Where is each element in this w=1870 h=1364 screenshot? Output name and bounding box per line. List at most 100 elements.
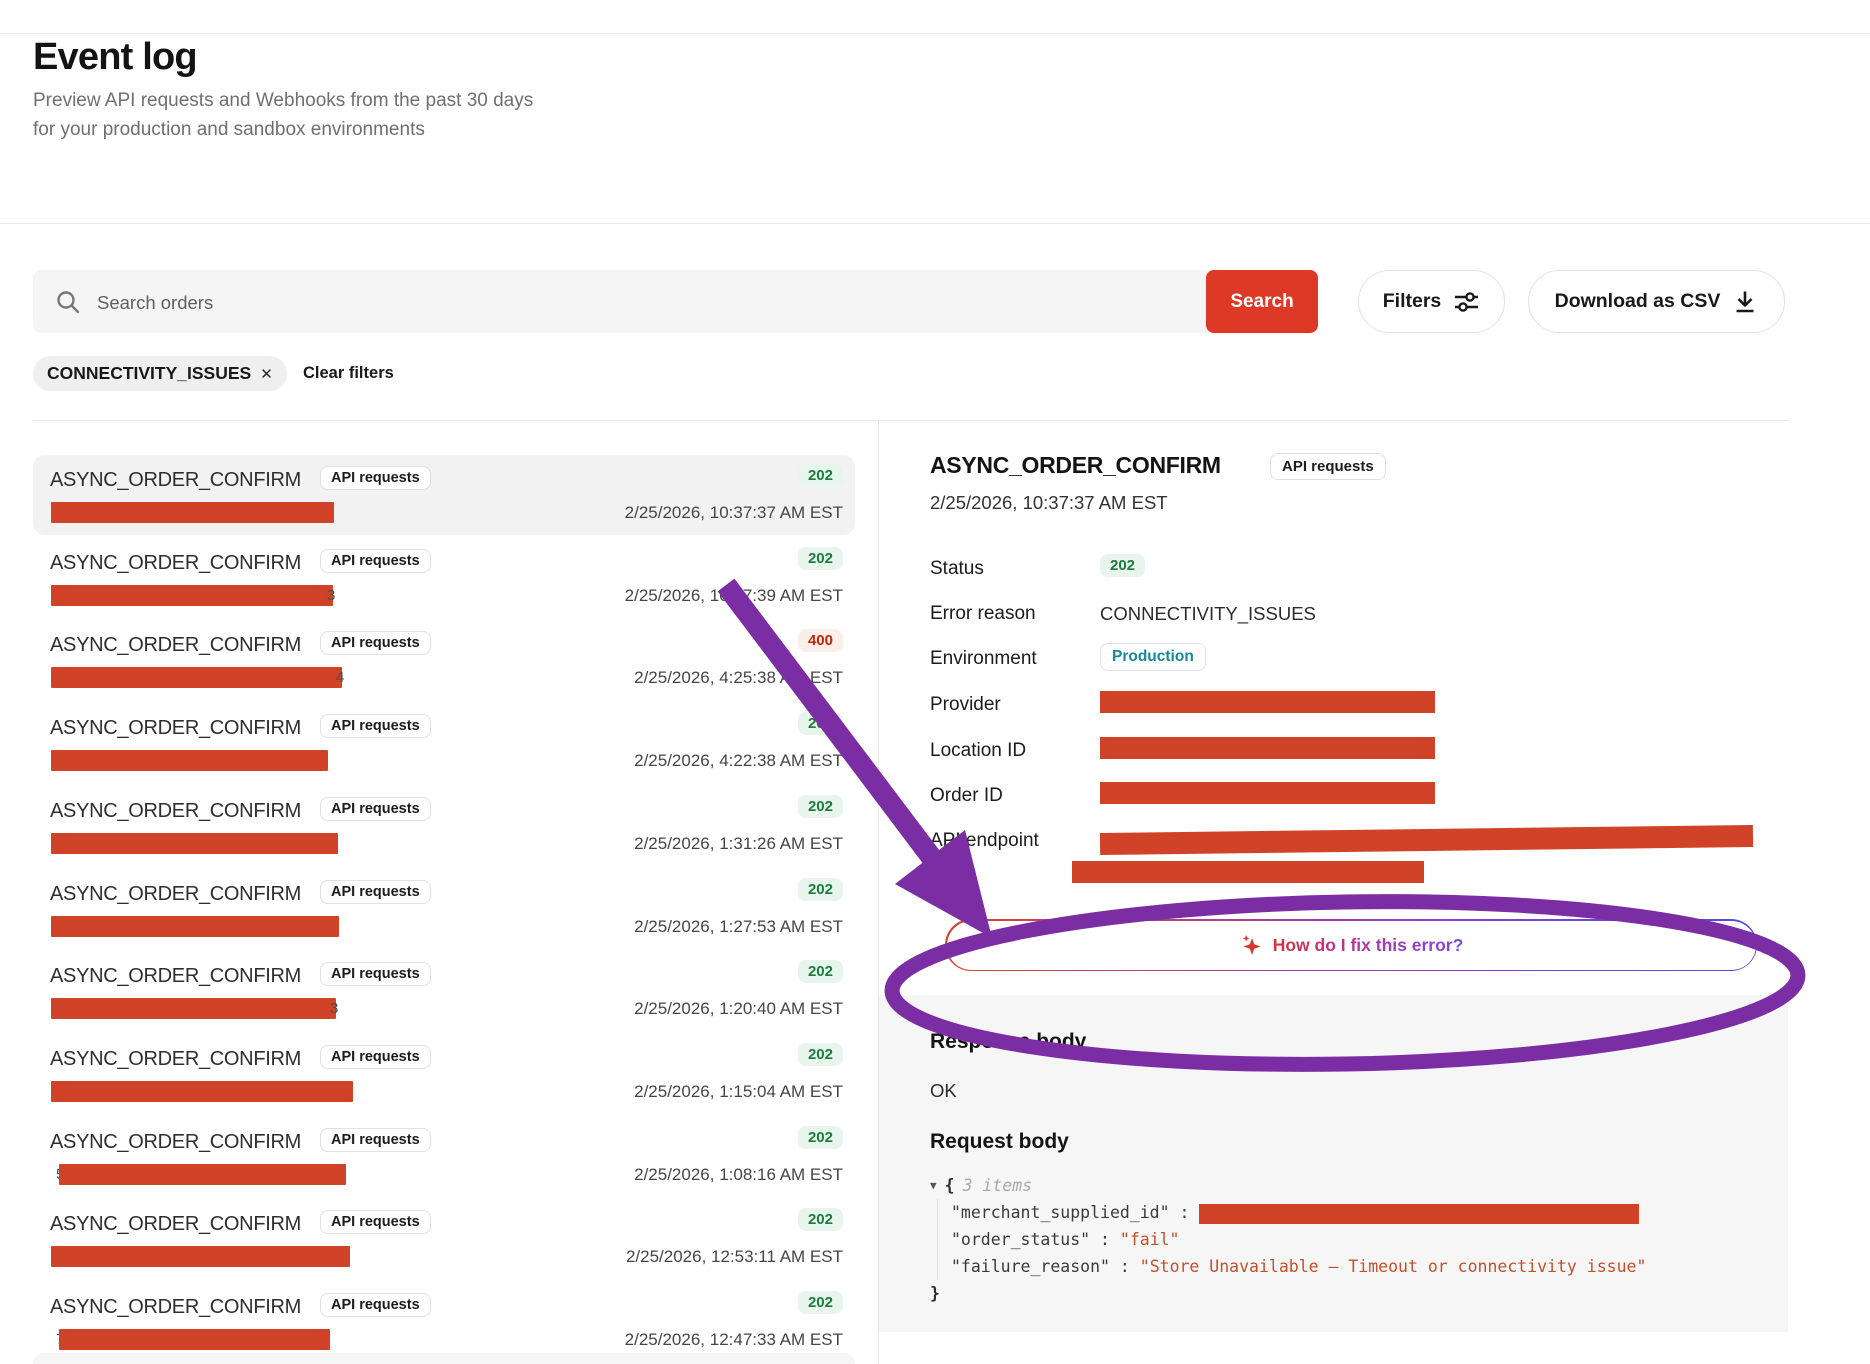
request-body-heading: Request body — [930, 1130, 1069, 1154]
event-timestamp: 2/25/2026, 12:53:11 AM EST — [626, 1247, 843, 1267]
api-endpoint-redaction-bar-2 — [1072, 861, 1424, 883]
event-timestamp: 2/25/2026, 1:20:40 AM EST — [634, 999, 843, 1019]
event-list-item[interactable]: ASYNC_ORDER_CONFIRM API requests 202 2/2… — [33, 786, 855, 866]
error-reason-label: Error reason — [930, 603, 1036, 625]
event-list-item[interactable]: ASYNC_ORDER_CONFIRM API requests 202 3 2… — [33, 951, 855, 1031]
request-body-json: ▼ { 3 items "merchant_supplied_id" : "or… — [930, 1172, 1646, 1307]
event-timestamp: 2/25/2026, 4:22:38 AM EST — [634, 751, 843, 771]
status-code-badge: 400 — [798, 629, 843, 652]
event-timestamp: 2/25/2026, 4:25:38 AM EST — [634, 668, 843, 688]
redacted-id-fragment: 4 — [336, 669, 344, 686]
event-list-item[interactable]: ASYNC_ORDER_CONFIRM API requests 202 2/2… — [33, 703, 855, 783]
redaction-bar — [51, 502, 334, 523]
status-code-badge: 202 — [798, 547, 843, 570]
api-requests-badge: API requests — [320, 880, 431, 904]
event-id-row — [56, 1081, 347, 1102]
json-colon: : — [1179, 1203, 1189, 1222]
event-timestamp: 2/25/2026, 1:15:04 AM EST — [634, 1082, 843, 1102]
json-close-brace: } — [930, 1280, 1646, 1307]
event-id-row: 3 — [56, 585, 335, 606]
redaction-bar — [51, 833, 338, 854]
event-list-item[interactable]: ASYNC_ORDER_CONFIRM API requests 202 2/2… — [33, 869, 855, 949]
event-id-row — [56, 916, 333, 937]
event-title: ASYNC_ORDER_CONFIRM — [50, 1131, 301, 1154]
event-title: ASYNC_ORDER_CONFIRM — [50, 1296, 301, 1319]
json-line-order-status: "order_status" : "fail" — [951, 1226, 1646, 1253]
filters-button[interactable]: Filters — [1358, 270, 1505, 333]
event-id-row: 7 — [56, 1329, 324, 1350]
detail-status-badge: 202 — [1100, 554, 1145, 577]
collapse-triangle-icon[interactable]: ▼ — [930, 1172, 937, 1199]
event-title: ASYNC_ORDER_CONFIRM — [50, 469, 301, 492]
event-id-row — [56, 502, 328, 523]
environment-badge: Production — [1100, 643, 1206, 671]
event-title: ASYNC_ORDER_CONFIRM — [50, 1048, 301, 1071]
event-id-row — [56, 833, 332, 854]
api-endpoint-redaction-bar — [1100, 825, 1753, 855]
filter-chip-label: CONNECTIVITY_ISSUES — [47, 363, 251, 384]
event-list-item[interactable]: ASYNC_ORDER_CONFIRM API requests 202 2/2… — [33, 1034, 855, 1114]
redaction-bar — [51, 750, 328, 771]
api-requests-badge: API requests — [320, 631, 431, 655]
event-list-item[interactable]: ASYNC_ORDER_CONFIRM API requests 202 5 2… — [33, 1117, 855, 1197]
search-button[interactable]: Search — [1206, 270, 1318, 333]
event-list-item[interactable]: ASYNC_ORDER_CONFIRM API requests 202 2/2… — [33, 1199, 855, 1279]
event-title: ASYNC_ORDER_CONFIRM — [50, 883, 301, 906]
json-line-failure-reason: "failure_reason" : "Store Unavailable – … — [951, 1253, 1646, 1280]
how-do-i-fix-button[interactable]: How do I fix this error? — [945, 919, 1757, 971]
clear-filters-link[interactable]: Clear filters — [303, 364, 394, 383]
header-divider — [0, 223, 1870, 224]
api-requests-badge: API requests — [320, 714, 431, 738]
event-title: ASYNC_ORDER_CONFIRM — [50, 1213, 301, 1236]
response-body-value: OK — [930, 1080, 957, 1102]
api-requests-badge: API requests — [320, 1045, 431, 1069]
event-list-item[interactable]: ASYNC_ORDER_CONFIRM API requests 202 7 2… — [33, 1282, 855, 1362]
json-colon: : — [1100, 1230, 1110, 1249]
status-code-badge: 202 — [798, 795, 843, 818]
event-list-item[interactable]: ASYNC_ORDER_CONFIRM API requests 400 4 2… — [33, 620, 855, 700]
json-value: "fail" — [1120, 1230, 1180, 1249]
event-timestamp: 2/25/2026, 12:47:33 AM EST — [625, 1330, 843, 1350]
sparkle-icon — [1239, 933, 1263, 957]
provider-redaction-bar — [1100, 691, 1435, 713]
filters-label: Filters — [1383, 290, 1442, 313]
api-requests-badge: API requests — [320, 549, 431, 573]
status-code-badge: 202 — [798, 878, 843, 901]
json-items-count: 3 items — [963, 1172, 1033, 1199]
redaction-bar — [59, 1329, 330, 1350]
search-input[interactable] — [95, 270, 1189, 335]
api-requests-badge: API requests — [320, 1128, 431, 1152]
event-timestamp: 2/25/2026, 1:27:53 AM EST — [634, 917, 843, 937]
redaction-bar — [51, 916, 339, 937]
detail-title: ASYNC_ORDER_CONFIRM — [930, 452, 1221, 479]
status-code-badge: 202 — [798, 1043, 843, 1066]
event-list-item[interactable]: ASYNC_ORDER_CONFIRM API requests 202 2/2… — [33, 455, 855, 535]
event-id-row: 3 — [56, 998, 338, 1019]
error-reason-value: CONNECTIVITY_ISSUES — [1100, 603, 1316, 625]
status-code-badge: 202 — [798, 712, 843, 735]
environment-label: Environment — [930, 648, 1037, 670]
order-id-redaction-bar — [1100, 782, 1435, 804]
status-code-badge: 202 — [798, 1208, 843, 1231]
json-key: "order_status" — [951, 1230, 1090, 1249]
event-title: ASYNC_ORDER_CONFIRM — [50, 552, 301, 575]
top-hairline — [0, 33, 1870, 34]
json-open-brace: { — [945, 1172, 955, 1199]
filters-sliders-icon — [1453, 288, 1480, 315]
status-code-badge: 202 — [798, 464, 843, 487]
json-root-line: ▼ { 3 items — [930, 1172, 1646, 1199]
event-title: ASYNC_ORDER_CONFIRM — [50, 717, 301, 740]
event-list-item[interactable]: ASYNC_ORDER_CONFIRM API requests 202 3 2… — [33, 538, 855, 618]
provider-label: Provider — [930, 694, 1001, 716]
api-requests-badge: API requests — [320, 466, 431, 490]
redaction-bar — [51, 585, 333, 606]
json-key: "failure_reason" — [951, 1257, 1110, 1276]
filter-chip-connectivity-issues[interactable]: CONNECTIVITY_ISSUES ✕ — [33, 356, 287, 391]
page-subtitle: Preview API requests and Webhooks from t… — [33, 86, 548, 144]
how-do-i-fix-label: How do I fix this error? — [1273, 935, 1464, 956]
event-title: ASYNC_ORDER_CONFIRM — [50, 800, 301, 823]
api-requests-badge: API requests — [320, 962, 431, 986]
download-csv-button[interactable]: Download as CSV — [1528, 270, 1785, 333]
json-value: "Store Unavailable – Timeout or connecti… — [1140, 1257, 1647, 1276]
remove-filter-icon[interactable]: ✕ — [260, 365, 273, 383]
